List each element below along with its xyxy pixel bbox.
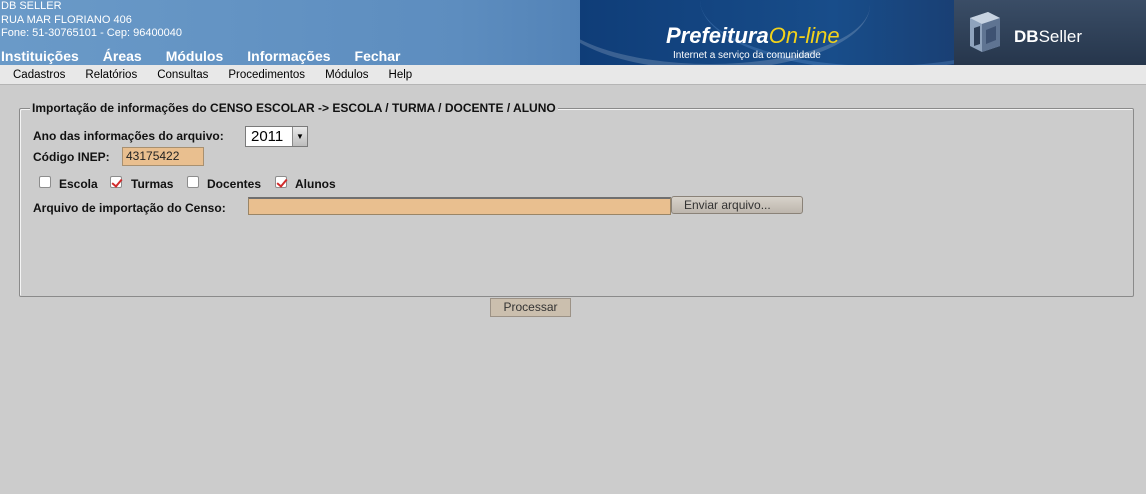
company-contact: Fone: 51-30765101 - Cep: 96400040 (1, 27, 183, 39)
checkbox-alunos[interactable] (275, 176, 287, 188)
brand-main-text: Prefeitura (666, 23, 769, 48)
brand-banner: PrefeituraOn-line Internet a serviço da … (580, 0, 1146, 65)
company-info: DB SELLER RUA MAR FLORIANO 406 Fone: 51-… (1, 0, 182, 41)
fieldset-legend: Importação de informações do CENSO ESCOL… (30, 101, 558, 115)
menu-bar: Cadastros Relatórios Consultas Procedime… (0, 65, 1146, 85)
nav-modulos[interactable]: Módulos (166, 48, 224, 65)
top-navigation: Instituições Áreas Módulos Informações F… (1, 48, 424, 65)
checkbox-docentes-label: Docentes (207, 177, 262, 191)
checkbox-escola-label: Escola (59, 177, 98, 191)
dbseller-wordmark-seller: Seller (1038, 27, 1083, 46)
nav-instituicoes[interactable]: Instituições (1, 48, 79, 65)
year-select[interactable]: 2011 ▼ (245, 126, 308, 147)
nav-areas[interactable]: Áreas (103, 48, 142, 65)
app-header: DB SELLER RUA MAR FLORIANO 406 Fone: 51-… (0, 0, 1146, 65)
inep-input[interactable]: 43175422 (122, 147, 204, 166)
year-select-value: 2011 (251, 128, 284, 145)
file-path-input[interactable] (248, 197, 671, 215)
brand-online-text: On-line (768, 23, 840, 48)
checkbox-escola[interactable] (39, 176, 51, 188)
prefeitura-online-logo: PrefeituraOn-line (666, 24, 840, 48)
checkbox-docentes[interactable] (187, 176, 199, 188)
inep-label: Código INEP: (33, 150, 110, 164)
process-button[interactable]: Processar (490, 298, 571, 317)
menu-cadastros[interactable]: Cadastros (13, 69, 65, 81)
year-label: Ano das informações do arquivo: (33, 129, 224, 143)
file-label: Arquivo de importação do Censo: (33, 201, 226, 215)
upload-file-button[interactable]: Enviar arquivo... (671, 196, 803, 214)
company-address: RUA MAR FLORIANO 406 (1, 13, 132, 26)
brand-tagline: Internet a serviço da comunidade (673, 50, 821, 61)
nav-informacoes[interactable]: Informações (247, 48, 330, 65)
menu-modulos[interactable]: Módulos (325, 69, 368, 81)
menu-procedimentos[interactable]: Procedimentos (228, 69, 305, 81)
company-name: DB SELLER (1, 0, 62, 12)
menu-help[interactable]: Help (389, 69, 413, 81)
checkbox-turmas[interactable] (110, 176, 122, 188)
dbseller-logo-box: DBSeller (954, 0, 1146, 65)
checkbox-alunos-label: Alunos (295, 177, 336, 191)
dbseller-wordmark-db: DB (1014, 27, 1039, 46)
menu-relatorios[interactable]: Relatórios (85, 69, 137, 81)
checkbox-turmas-label: Turmas (131, 177, 174, 191)
dbseller-cube-icon (970, 12, 1000, 52)
menu-consultas[interactable]: Consultas (157, 69, 208, 81)
dbseller-wordmark: DBSeller (1014, 27, 1082, 47)
nav-fechar[interactable]: Fechar (355, 48, 401, 65)
chevron-down-icon[interactable]: ▼ (292, 127, 307, 146)
